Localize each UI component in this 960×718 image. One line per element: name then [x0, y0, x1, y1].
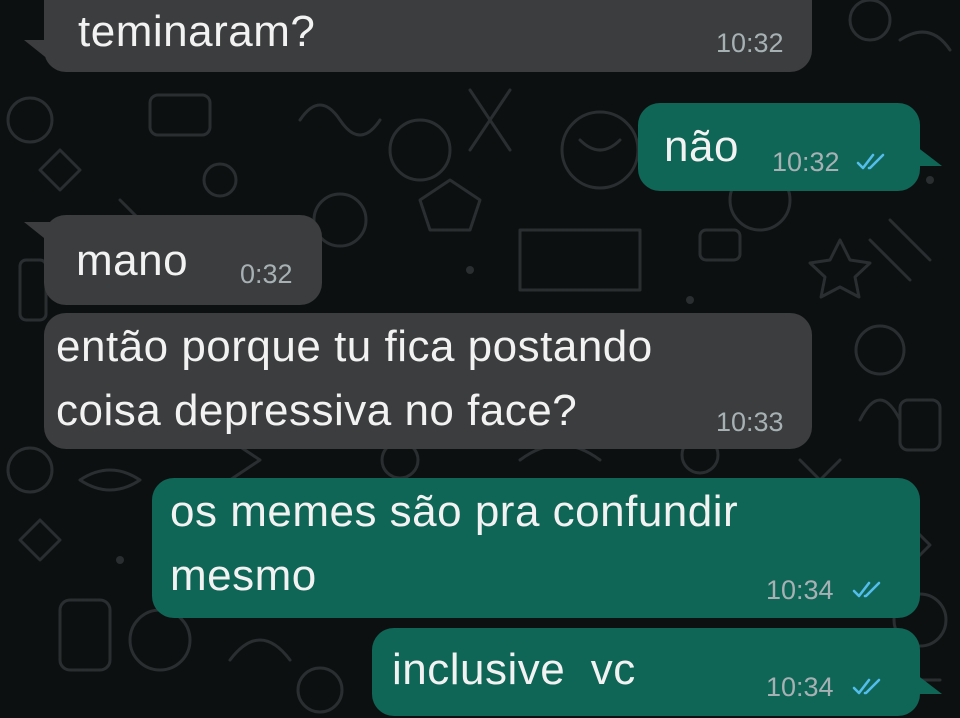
message-bubble-outgoing[interactable]: inclusive vc 10:34	[372, 628, 920, 716]
message-bubble-outgoing[interactable]: não 10:32	[638, 103, 920, 191]
message-timestamp: 10:34	[766, 575, 834, 605]
message-bubble-incoming[interactable]: mano 0:32	[44, 215, 322, 305]
message-bubble-incoming[interactable]: então porque tu fica postando coisa depr…	[44, 313, 812, 449]
message-timestamp: 10:32	[772, 147, 840, 177]
bubble-tail	[908, 668, 942, 694]
message-text: inclusive vc	[392, 645, 636, 694]
double-check-icon	[856, 153, 885, 170]
message-text-line-1: os memes são pra confundir	[170, 487, 739, 536]
message-timestamp: 10:33	[716, 407, 784, 437]
bubble-tail	[24, 222, 54, 246]
message-timestamp: 10:32	[716, 28, 784, 58]
message-timestamp: 10:34	[766, 672, 834, 702]
double-check-icon	[852, 581, 881, 598]
message-text: não	[664, 122, 739, 171]
message-text: mano	[76, 236, 189, 285]
bubble-tail	[24, 40, 54, 64]
message-text-line-1: então porque tu fica postando	[56, 322, 653, 371]
bubble-tail	[908, 140, 942, 166]
message-text: teminaram?	[78, 7, 316, 56]
chat-view[interactable]: teminaram? 10:32 não 10:32 mano 0:32 ent…	[0, 0, 960, 718]
message-bubble-incoming[interactable]: teminaram? 10:32	[44, 0, 812, 72]
double-check-icon	[852, 678, 881, 695]
message-text-line-2: mesmo	[170, 551, 317, 600]
message-bubble-outgoing[interactable]: os memes são pra confundir mesmo 10:34	[152, 478, 920, 618]
message-text-line-2: coisa depressiva no face?	[56, 386, 578, 435]
message-timestamp: 0:32	[240, 259, 293, 289]
